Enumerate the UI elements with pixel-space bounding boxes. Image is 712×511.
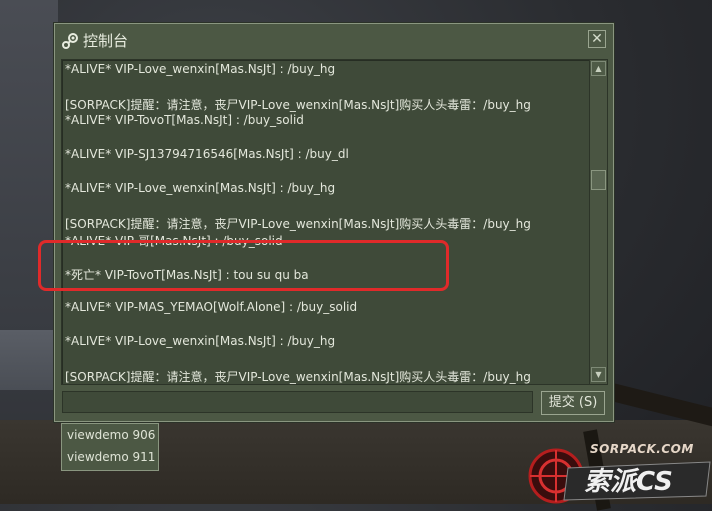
logo-text: 索派CS: [584, 467, 673, 497]
background-window: [0, 330, 60, 390]
log-scrollbar[interactable]: ▲ ▼: [589, 60, 607, 384]
log-line: *ALIVE* VIP-MAS_YEMAO[Wolf.Alone] : /buy…: [65, 300, 358, 314]
console-window: 控制台 ✕ *ALIVE* VIP-Love_wenxin[Mas.NsJt] …: [54, 23, 614, 422]
scrollbar-thumb[interactable]: [591, 170, 606, 190]
command-input[interactable]: [62, 391, 533, 413]
autocomplete-item[interactable]: viewdemo 911: [67, 450, 155, 464]
close-icon: ✕: [591, 31, 603, 47]
highlight-annotation: [38, 240, 449, 291]
arrow-up-icon: ▲: [595, 64, 602, 73]
autocomplete-item[interactable]: viewdemo 906: [67, 428, 155, 442]
log-line: [SORPACK]提醒：请注意，丧尸VIP-Love_wenxin[Mas.Ns…: [65, 98, 531, 112]
scroll-up-button[interactable]: ▲: [591, 61, 606, 76]
arrow-down-icon: ▼: [595, 370, 602, 379]
log-line: [SORPACK]提醒：请注意，丧尸VIP-Love_wenxin[Mas.Ns…: [65, 370, 531, 384]
scroll-down-button[interactable]: ▼: [591, 367, 606, 382]
log-line: *ALIVE* VIP-SJ13794716546[Mas.NsJt] : /b…: [65, 147, 349, 161]
log-line: [SORPACK]提醒：请注意，丧尸VIP-Love_wenxin[Mas.Ns…: [65, 217, 531, 231]
sorpack-watermark: 索派CS SORPACK.COM: [520, 438, 712, 504]
console-title: 控制台: [83, 32, 129, 50]
log-line: *ALIVE* VIP-Love_wenxin[Mas.NsJt] : /buy…: [65, 181, 336, 195]
close-button[interactable]: ✕: [588, 30, 606, 48]
steam-icon: [61, 32, 79, 50]
watermark-url: SORPACK.COM: [590, 442, 694, 456]
submit-button[interactable]: 提交 (S): [541, 391, 605, 415]
log-line: *ALIVE* VIP-Love_wenxin[Mas.NsJt] : /buy…: [65, 62, 336, 76]
autocomplete-list: viewdemo 906 viewdemo 911: [61, 423, 159, 471]
log-line: *ALIVE* VIP-TovoT[Mas.NsJt] : /buy_solid: [65, 113, 304, 127]
console-titlebar[interactable]: 控制台 ✕: [55, 24, 613, 56]
log-line: *ALIVE* VIP-Love_wenxin[Mas.NsJt] : /buy…: [65, 334, 336, 348]
console-log[interactable]: *ALIVE* VIP-Love_wenxin[Mas.NsJt] : /buy…: [61, 59, 608, 385]
